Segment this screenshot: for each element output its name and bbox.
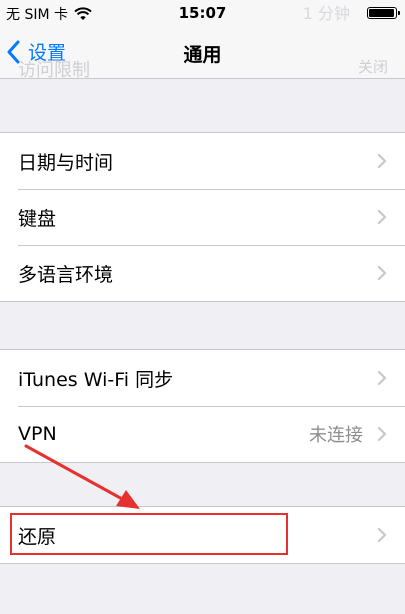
row-label: 多语言环境 — [18, 263, 114, 286]
back-button[interactable]: 设置 — [6, 38, 66, 65]
status-bar: 无 SIM 卡 1 分钟 15:07 — [0, 0, 405, 28]
row-label: VPN — [18, 423, 57, 445]
chevron-right-icon — [377, 370, 387, 386]
row-date-time[interactable]: 日期与时间 — [0, 133, 405, 189]
chevron-right-icon — [377, 153, 387, 169]
row-vpn[interactable]: VPN 未连接 — [0, 406, 405, 462]
vpn-status: 未连接 — [309, 425, 363, 446]
row-keyboard[interactable]: 键盘 — [0, 189, 405, 245]
row-label: iTunes Wi-Fi 同步 — [18, 368, 174, 391]
chevron-right-icon — [377, 209, 387, 225]
navigation-bar: 访问限制 关闭 设置 通用 — [0, 28, 405, 79]
back-button-label: 设置 — [28, 42, 67, 64]
ghost-row-value: 关闭 — [357, 58, 388, 76]
row-language-region[interactable]: 多语言环境 — [0, 245, 405, 301]
row-label: 日期与时间 — [18, 151, 114, 174]
row-label: 键盘 — [18, 207, 57, 230]
chevron-right-icon — [377, 265, 387, 281]
chevron-right-icon — [377, 527, 387, 543]
chevron-left-icon — [7, 40, 20, 63]
settings-group-sync: iTunes Wi-Fi 同步 VPN 未连接 — [0, 349, 405, 463]
status-time: 15:07 — [178, 4, 227, 22]
annotation-highlight-box — [10, 513, 288, 555]
chevron-right-icon — [377, 426, 387, 442]
settings-group-datetime: 日期与时间 键盘 多语言环境 — [0, 132, 405, 302]
row-itunes-wifi-sync[interactable]: iTunes Wi-Fi 同步 — [0, 350, 405, 406]
battery-icon — [367, 7, 400, 19]
